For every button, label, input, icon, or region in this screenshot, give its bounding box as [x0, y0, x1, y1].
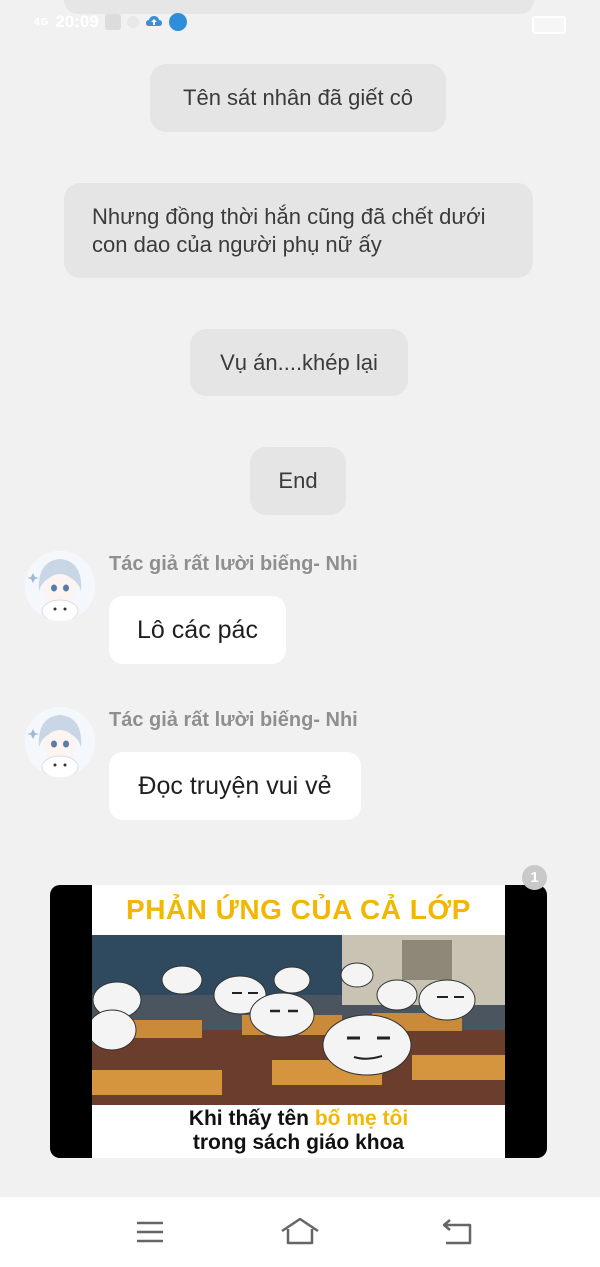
- menu-icon[interactable]: [130, 1215, 170, 1249]
- classroom-illustration: [92, 935, 505, 1105]
- status-bar: 4G 20:09: [0, 8, 600, 40]
- message-bubble[interactable]: Lô các pác: [109, 596, 286, 664]
- anime-avatar-icon: [25, 551, 95, 621]
- gallery-notification-icon: [104, 14, 121, 30]
- battery-icon: [532, 16, 566, 34]
- meme-image-message[interactable]: PHẢN ỨNG CỦA CẢ LỚP Khi thấy tên bố mẹ t…: [50, 885, 547, 1158]
- story-line-end: End: [250, 447, 346, 515]
- app-notification-icon: [168, 13, 187, 31]
- sender-name: Tác giả rất lười biếng- Nhi: [109, 553, 358, 575]
- cloud-upload-icon: [145, 16, 162, 26]
- back-icon[interactable]: [438, 1215, 478, 1249]
- status-time: 20:09: [55, 12, 99, 31]
- story-line-1: Tên sát nhân đã giết cô: [150, 64, 446, 132]
- meme-caption: Khi thấy tên bố mẹ tôi trong sách giáo k…: [188, 1107, 409, 1154]
- home-icon[interactable]: [280, 1215, 320, 1249]
- message-bubble[interactable]: Đọc truyện vui vẻ: [109, 752, 361, 820]
- system-nav-bar: [0, 1197, 600, 1267]
- meme-headline: PHẢN ỨNG CỦA CẢ LỚP: [126, 894, 471, 925]
- signal-indicator: 4G: [34, 16, 50, 28]
- image-count-badge: 1: [522, 865, 547, 890]
- status-left: 4G 20:09: [34, 12, 187, 32]
- notification-dot-icon: [126, 16, 139, 28]
- chat-screen: 4G 20:09 Tên sát nhân đã giết cô Nhưng đ…: [0, 0, 600, 1267]
- author-avatar[interactable]: [25, 551, 95, 621]
- meme-image: PHẢN ỨNG CỦA CẢ LỚP Khi thấy tên bố mẹ t…: [92, 885, 505, 1158]
- anime-avatar-icon: [25, 707, 95, 777]
- sender-name: Tác giả rất lười biếng- Nhi: [109, 709, 358, 731]
- story-line-3: Vụ án....khép lại: [190, 329, 408, 396]
- story-line-2: Nhưng đồng thời hắn cũng đã chết dưới co…: [64, 183, 533, 278]
- author-avatar[interactable]: [25, 707, 95, 777]
